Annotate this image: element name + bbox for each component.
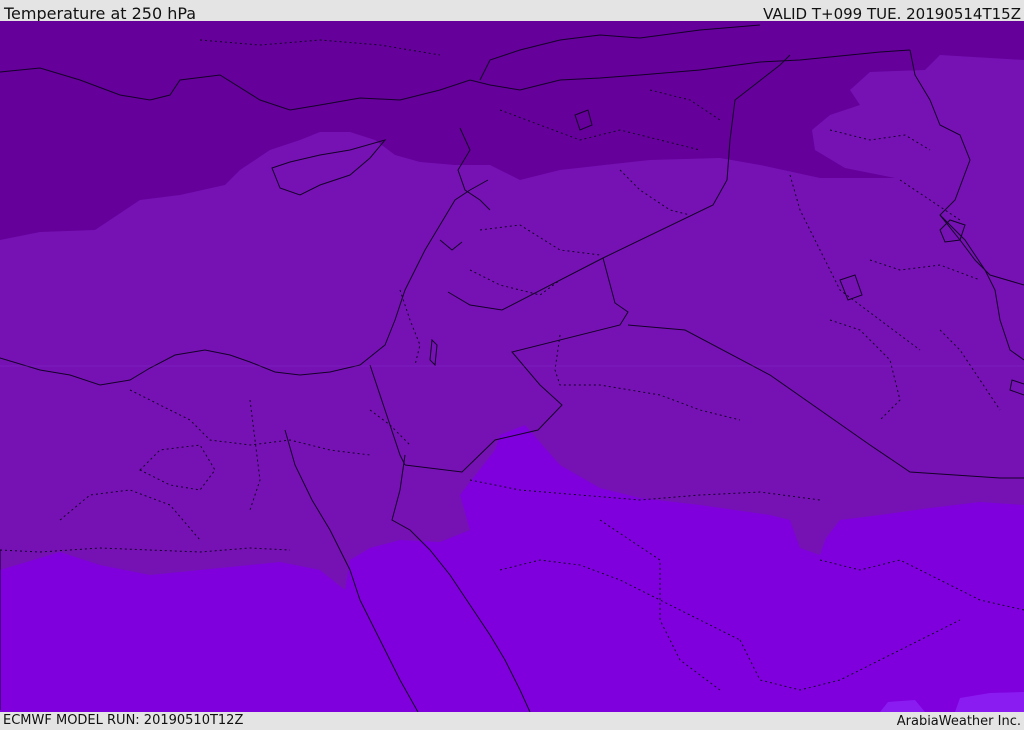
weather-map[interactable] [0, 21, 1024, 712]
credit-label: ArabiaWeather Inc. [896, 714, 1021, 729]
model-run-label: ECMWF MODEL RUN: 20190510T12Z [3, 713, 244, 728]
